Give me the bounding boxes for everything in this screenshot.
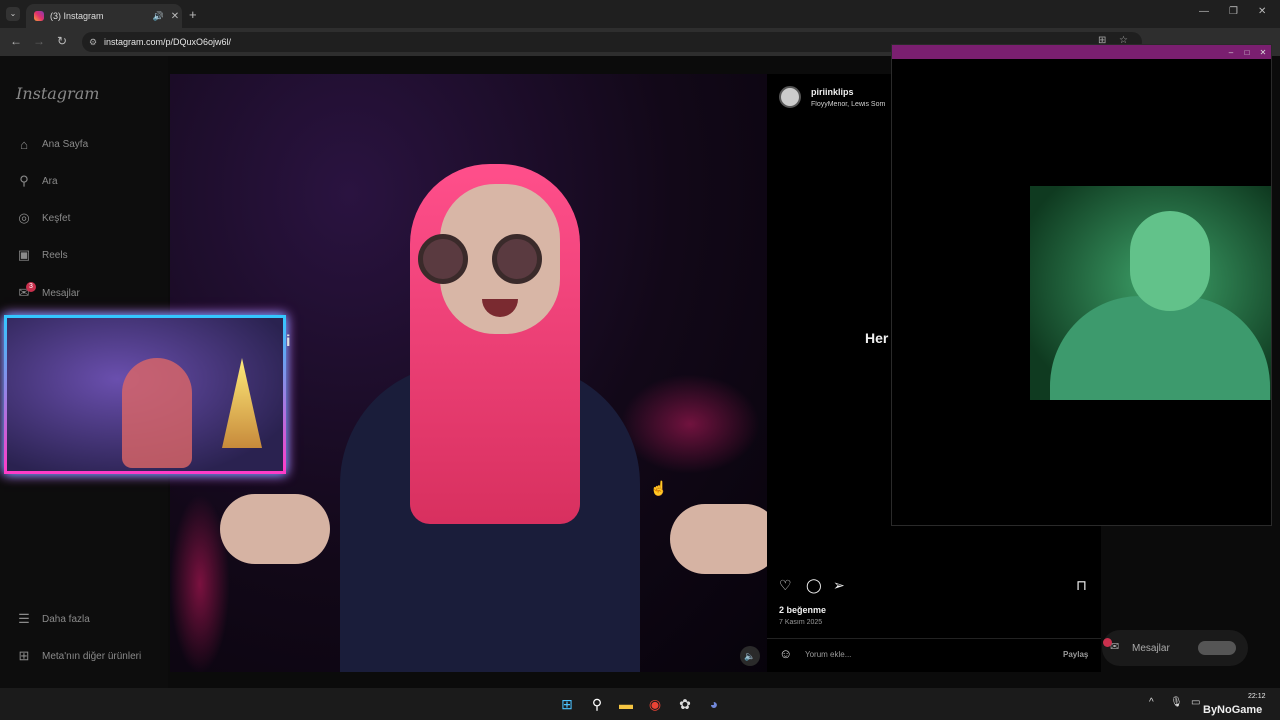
- save-bookmark-icon[interactable]: ⊓: [1076, 577, 1087, 594]
- discord-icon[interactable]: ◕: [704, 694, 724, 714]
- instagram-logo[interactable]: Instagram: [16, 84, 99, 103]
- messenger-icon: ✉: [1110, 641, 1120, 653]
- mouse-cursor-icon: ☝: [650, 480, 668, 496]
- glasses-right: [492, 234, 542, 284]
- network-icon[interactable]: ▭: [1191, 697, 1200, 708]
- comment-icon[interactable]: ◯: [806, 577, 822, 594]
- sidebar-item-label: Daha fazla: [42, 613, 90, 625]
- streamer-person: [122, 358, 192, 468]
- like-heart-icon[interactable]: ♡: [779, 577, 792, 594]
- camera-window[interactable]: – □ ✕: [891, 44, 1272, 526]
- new-tab-button[interactable]: +: [189, 7, 197, 22]
- sidebar-item-more[interactable]: ☰ Daha fazla: [16, 611, 90, 627]
- messages-label: Mesajlar: [1132, 642, 1170, 654]
- site-info-icon[interactable]: ⚙: [89, 32, 97, 52]
- mute-button[interactable]: 🔈: [740, 646, 760, 666]
- sidebar-item-explore[interactable]: ◎ Keşfet: [16, 210, 70, 226]
- streamer-webcam-overlay: [4, 315, 286, 474]
- tab-title: (3) Instagram: [50, 11, 104, 21]
- avatar[interactable]: [779, 86, 801, 108]
- microphone-icon[interactable]: 🎙: [1170, 697, 1183, 708]
- chrome-icon[interactable]: ◉: [645, 694, 665, 714]
- forward-arrow-icon[interactable]: →: [33, 34, 45, 48]
- christmas-tree: [222, 358, 262, 448]
- post-caption-fragment: Her: [865, 330, 889, 346]
- app-icon[interactable]: ✿: [675, 694, 695, 714]
- sidebar-item-home[interactable]: ⌂ Ana Sayfa: [16, 136, 88, 152]
- reels-icon: ▣: [17, 247, 31, 262]
- minimize-button[interactable]: —: [1199, 6, 1209, 17]
- tab-list-icon[interactable]: ⌄: [6, 7, 20, 21]
- camera-window-titlebar[interactable]: – □ ✕: [892, 45, 1271, 59]
- tab-close-button[interactable]: ✕: [168, 11, 182, 22]
- share-send-icon[interactable]: ➢: [833, 577, 845, 594]
- camera-person-head: [1130, 211, 1210, 311]
- maximize-icon[interactable]: □: [1239, 48, 1255, 57]
- sidebar-item-meta[interactable]: ⊞ Meta'nın diğer ürünleri: [16, 648, 142, 664]
- sidebar-item-label: Meta'nın diğer ürünleri: [42, 650, 142, 662]
- emoji-icon[interactable]: ☺: [779, 646, 792, 661]
- sidebar-item-search[interactable]: ⚲ Ara: [16, 173, 58, 189]
- windows-taskbar: [0, 688, 1280, 720]
- reload-icon[interactable]: ↻: [57, 34, 67, 48]
- close-icon[interactable]: ✕: [1255, 48, 1271, 57]
- watermark: ByNoGame: [1203, 704, 1263, 716]
- post-username[interactable]: piriinklips: [811, 87, 854, 97]
- close-window-button[interactable]: ✕: [1258, 6, 1266, 17]
- background-glow: [620, 374, 760, 474]
- comment-input[interactable]: Yorum ekle...: [805, 650, 851, 659]
- tray-chevron-icon[interactable]: ^: [1149, 697, 1154, 708]
- home-icon: ⌂: [20, 136, 28, 152]
- message-avatars: [1198, 641, 1236, 655]
- sidebar-item-label: Reels: [42, 249, 68, 261]
- messages-badge: [1103, 638, 1112, 647]
- post-date: 7 Kasım 2025: [779, 619, 823, 626]
- file-explorer-icon[interactable]: ▬: [616, 694, 636, 714]
- video-person-hand-right: [670, 504, 768, 574]
- sidebar-item-label: Mesajlar: [42, 287, 80, 299]
- clock[interactable]: 22:12: [1248, 693, 1266, 700]
- messages-floating-button[interactable]: ✉ Mesajlar: [1102, 630, 1248, 666]
- back-arrow-icon[interactable]: ←: [10, 34, 22, 48]
- meta-icon: ⊞: [18, 648, 30, 663]
- browser-tab-instagram[interactable]: (3) Instagram 🔊 ✕: [26, 4, 182, 28]
- compass-icon: ◎: [18, 210, 30, 225]
- url-text: instagram.com/p/DQuxO6ojw6l/: [104, 37, 232, 47]
- search-icon: ⚲: [19, 173, 29, 188]
- messages-badge: 3: [26, 282, 36, 292]
- sidebar-item-label: Ara: [42, 175, 58, 187]
- windows-start-icon[interactable]: ⊞: [557, 694, 577, 714]
- search-icon[interactable]: ⚲: [587, 694, 607, 714]
- divider: [767, 638, 1101, 639]
- menu-icon: ☰: [18, 611, 30, 626]
- instagram-favicon-icon: [34, 11, 44, 21]
- restore-button[interactable]: ❐: [1229, 6, 1238, 17]
- camera-feed: [1030, 186, 1271, 400]
- minimize-icon[interactable]: –: [1223, 48, 1239, 57]
- video-person-hand-left: [220, 494, 330, 564]
- likes-count[interactable]: 2 beğenme: [779, 605, 826, 615]
- glasses-left: [418, 234, 468, 284]
- speaker-icon[interactable]: 🔊: [153, 11, 164, 22]
- sidebar-item-label: Keşfet: [42, 212, 71, 224]
- camera-person-body: [1050, 296, 1270, 400]
- partial-text: i: [286, 333, 291, 350]
- sidebar-item-label: Ana Sayfa: [42, 138, 89, 150]
- post-music[interactable]: FloyyMenor, Lewis Som: [811, 101, 891, 108]
- sidebar-item-reels[interactable]: ▣ Reels: [16, 247, 68, 263]
- share-comment-button[interactable]: Paylaş: [1063, 650, 1088, 659]
